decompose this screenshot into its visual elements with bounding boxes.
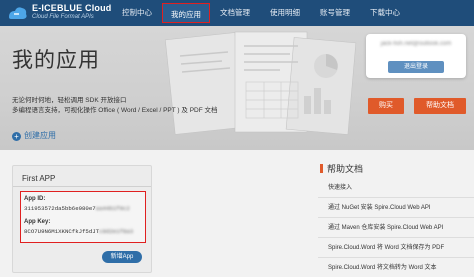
logout-button[interactable]: 退出登录 bbox=[388, 61, 444, 73]
app-key-visible: 8CO7U9N6M1XKNCfkJf5dJT bbox=[24, 228, 100, 235]
new-app-button[interactable]: 新增App bbox=[102, 251, 142, 263]
app-credentials-box: App ID: 311953572da5bb6e980e7aa44b1f0c2 … bbox=[20, 191, 146, 243]
page-description: 无论何时何地，轻松调用 SDK 开放接口 多编程语言支持，可视化操作 Offic… bbox=[12, 96, 218, 116]
nav-item-download-center[interactable]: 下载中心 bbox=[360, 0, 410, 26]
app-id-visible: 311953572da5bb6e980e7 bbox=[24, 205, 96, 212]
brand-logo[interactable]: E-ICEBLUE Cloud Cloud File Format APIs bbox=[6, 3, 111, 23]
app-id-redacted: aa44b1f0c2 bbox=[95, 205, 130, 212]
user-card: jack-fish.net@outlook.com 退出登录 bbox=[366, 34, 466, 78]
user-email: jack-fish.net@outlook.com bbox=[380, 41, 452, 47]
app-name: First APP bbox=[22, 174, 56, 183]
help-docs-button[interactable]: 帮助文档 bbox=[414, 98, 466, 114]
nav-item-control-center[interactable]: 控制中心 bbox=[112, 0, 162, 26]
help-link-word-to-pdf[interactable]: Spire.Cloud.Word 将 Word 文档保存为 PDF bbox=[318, 238, 474, 258]
buy-button[interactable]: 购买 bbox=[368, 98, 404, 114]
heading-accent-bar bbox=[320, 164, 323, 173]
top-nav-bar: E-ICEBLUE Cloud Cloud File Format APIs 控… bbox=[0, 0, 474, 26]
description-line-1: 无论何时何地，轻松调用 SDK 开放接口 bbox=[12, 97, 127, 104]
nav-item-account-management[interactable]: 账号管理 bbox=[310, 0, 360, 26]
create-app-link[interactable]: + 创建应用 bbox=[12, 130, 56, 141]
help-docs-list: 快速接入 通过 NuGet 安装 Spire.Cloud Web API 通过 … bbox=[318, 178, 474, 277]
help-link-maven[interactable]: 通过 Maven 仓库安装 Spire.Cloud Web API bbox=[318, 218, 474, 238]
nav-item-usage-details[interactable]: 使用明细 bbox=[260, 0, 310, 26]
logo-subtitle: Cloud File Format APIs bbox=[32, 14, 94, 20]
hero-banner: 我的应用 无论何时何地，轻松调用 SDK 开放接口 多编程语言支持，可视化操作 … bbox=[0, 26, 474, 150]
app-card: First APP App ID: 311953572da5bb6e980e7a… bbox=[12, 165, 152, 273]
main-nav: 控制中心 我的应用 文档管理 使用明细 账号管理 下载中心 bbox=[112, 0, 410, 26]
app-key-redacted: c9d2e1f8a3 bbox=[99, 228, 134, 235]
description-line-2: 多编程语言支持，可视化操作 Office ( Word / Excel / PP… bbox=[12, 107, 218, 114]
divider bbox=[13, 186, 151, 187]
help-docs-panel: 帮助文档 快速接入 通过 NuGet 安装 Spire.Cloud Web AP… bbox=[318, 158, 474, 277]
app-key-label: App Key: bbox=[24, 219, 51, 225]
app-key-value[interactable]: 8CO7U9N6M1XKNCfkJf5dJTc9d2e1f8a3 bbox=[24, 228, 133, 235]
help-docs-title: 帮助文档 bbox=[327, 164, 364, 174]
nav-item-my-apps[interactable]: 我的应用 bbox=[162, 3, 210, 23]
help-docs-heading: 帮助文档 bbox=[320, 162, 363, 175]
document-illustration bbox=[164, 31, 357, 135]
help-link-quick-start[interactable]: 快速接入 bbox=[318, 178, 474, 198]
app-id-label: App ID: bbox=[24, 196, 46, 202]
help-link-word-to-text[interactable]: Spire.Cloud.Word 将文档转为 Word 文本 bbox=[318, 258, 474, 277]
nav-item-doc-management[interactable]: 文档管理 bbox=[210, 0, 260, 26]
help-link-nuget[interactable]: 通过 NuGet 安装 Spire.Cloud Web API bbox=[318, 198, 474, 218]
page-title: 我的应用 bbox=[12, 48, 100, 72]
create-app-label: 创建应用 bbox=[24, 131, 56, 140]
app-id-value[interactable]: 311953572da5bb6e980e7aa44b1f0c2 bbox=[24, 205, 130, 212]
plus-circle-icon: + bbox=[12, 132, 21, 141]
logo-icon bbox=[9, 7, 27, 19]
logo-title: E-ICEBLUE Cloud bbox=[32, 3, 112, 13]
